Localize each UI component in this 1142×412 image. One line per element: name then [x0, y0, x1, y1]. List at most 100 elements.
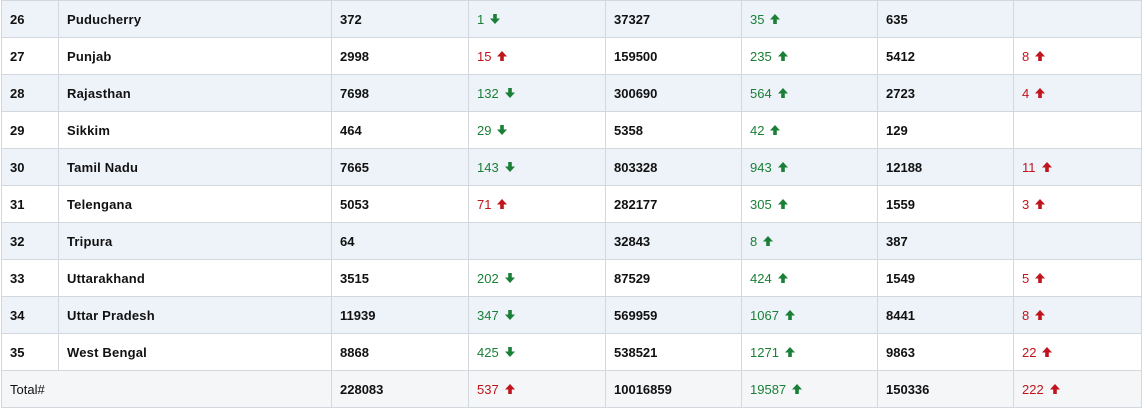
deaths-change: 5 [1022, 271, 1046, 286]
active-change-cell: 202 [468, 259, 606, 297]
deaths-change-value: 11 [1022, 159, 1036, 175]
active-change-cell: 15 [468, 37, 606, 75]
arrow-up-icon [777, 272, 789, 284]
cured-change: 305 [750, 197, 789, 212]
active-change-value: 15 [477, 48, 492, 64]
deaths-change: 22 [1022, 345, 1053, 360]
deaths-change-cell: 5 [1013, 259, 1142, 297]
cured-count: 37327 [605, 0, 742, 38]
active-change-value: 347 [477, 307, 499, 323]
deaths-count: 1559 [877, 185, 1014, 223]
arrow-up-icon [777, 161, 789, 173]
active-change-value: 425 [477, 344, 499, 360]
active-cases: 2998 [331, 37, 469, 75]
table-row: 26 Puducherry 372 1 37327 35 635 [1, 0, 1142, 38]
arrow-down-icon [504, 272, 516, 284]
deaths-count: 635 [877, 0, 1014, 38]
active-change-cell: 71 [468, 185, 606, 223]
active-change-cell: 1 [468, 0, 606, 38]
deaths-count: 2723 [877, 74, 1014, 112]
cured-count: 5358 [605, 111, 742, 149]
active-cases: 7698 [331, 74, 469, 112]
state-name: Puducherry [58, 0, 332, 38]
active-change: 425 [477, 345, 516, 360]
cured-count: 300690 [605, 74, 742, 112]
serial-number: 28 [1, 74, 59, 112]
cured-change: 424 [750, 271, 789, 286]
arrow-up-icon [777, 87, 789, 99]
active-change-cell: 425 [468, 333, 606, 371]
state-name: Sikkim [58, 111, 332, 149]
deaths-count: 387 [877, 222, 1014, 260]
cured-change: 8 [750, 234, 774, 249]
cured-change: 564 [750, 86, 789, 101]
cured-change-cell: 424 [741, 259, 878, 297]
active-change-value: 132 [477, 85, 499, 101]
active-cases: 8868 [331, 333, 469, 371]
cured-change: 42 [750, 123, 781, 138]
arrow-up-icon [762, 235, 774, 247]
arrow-up-icon [1034, 309, 1046, 321]
active-change-value: 143 [477, 159, 499, 175]
total-cured: 10016859 [605, 370, 742, 408]
cured-count: 32843 [605, 222, 742, 260]
active-change-cell [468, 222, 606, 260]
deaths-change-cell [1013, 222, 1142, 260]
active-change-cell: 132 [468, 74, 606, 112]
active-change: 132 [477, 86, 516, 101]
total-active-change-cell: 537 [468, 370, 606, 408]
deaths-change-value: 4 [1022, 85, 1030, 101]
deaths-change-cell [1013, 0, 1142, 38]
cured-change-value: 19587 [750, 381, 787, 397]
arrow-down-icon [496, 124, 508, 136]
table-row: 35 West Bengal 8868 425 538521 1271 9863 22 [1, 333, 1142, 371]
arrow-down-icon [504, 161, 516, 173]
serial-number: 30 [1, 148, 59, 186]
deaths-change: 8 [1022, 308, 1046, 323]
active-change: 71 [477, 197, 508, 212]
cured-change: 943 [750, 160, 789, 175]
total-cured-change-cell: 19587 [741, 370, 878, 408]
total-active: 228083 [331, 370, 469, 408]
state-name: West Bengal [58, 333, 332, 371]
active-cases: 64 [331, 222, 469, 260]
cured-change: 235 [750, 49, 789, 64]
deaths-change-value: 8 [1022, 48, 1030, 64]
serial-number: 31 [1, 185, 59, 223]
table-row: 29 Sikkim 464 29 5358 42 129 [1, 111, 1142, 149]
active-cases: 464 [331, 111, 469, 149]
total-label: Total# [1, 370, 332, 408]
deaths-count: 9863 [877, 333, 1014, 371]
cured-change-cell: 1067 [741, 296, 878, 334]
active-change: 202 [477, 271, 516, 286]
deaths-change-value: 3 [1022, 196, 1030, 212]
state-name: Rajasthan [58, 74, 332, 112]
cured-count: 282177 [605, 185, 742, 223]
serial-number: 33 [1, 259, 59, 297]
active-change-cell: 143 [468, 148, 606, 186]
table-row: 28 Rajasthan 7698 132 300690 564 2723 4 [1, 74, 1142, 112]
cured-change-cell: 35 [741, 0, 878, 38]
cured-count: 87529 [605, 259, 742, 297]
cured-change-value: 35 [750, 11, 765, 27]
cured-change-value: 235 [750, 48, 772, 64]
arrow-up-icon [496, 198, 508, 210]
arrow-up-icon [791, 383, 803, 395]
table-row: 27 Punjab 2998 15 159500 235 5412 8 [1, 37, 1142, 75]
deaths-change: 11 [1022, 160, 1053, 175]
arrow-up-icon [769, 13, 781, 25]
deaths-change-cell: 3 [1013, 185, 1142, 223]
cured-change-cell: 8 [741, 222, 878, 260]
cured-change-value: 564 [750, 85, 772, 101]
active-change: 1 [477, 12, 501, 27]
deaths-count: 8441 [877, 296, 1014, 334]
deaths-change-value: 222 [1022, 381, 1044, 397]
arrow-up-icon [784, 346, 796, 358]
arrow-up-icon [1034, 87, 1046, 99]
arrow-down-icon [504, 346, 516, 358]
deaths-change: 8 [1022, 49, 1046, 64]
cured-count: 803328 [605, 148, 742, 186]
cured-change-value: 305 [750, 196, 772, 212]
state-name: Punjab [58, 37, 332, 75]
cured-change-cell: 1271 [741, 333, 878, 371]
